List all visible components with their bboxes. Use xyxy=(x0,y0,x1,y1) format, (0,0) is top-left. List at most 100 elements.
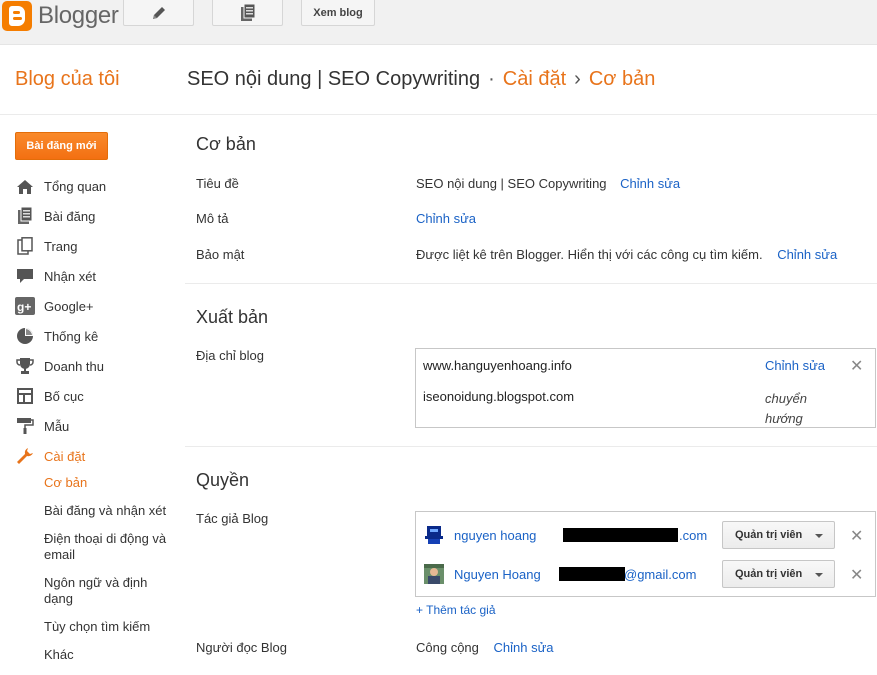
author-email: .com xyxy=(679,528,708,543)
privacy-label: Bảo mật xyxy=(196,247,245,262)
posts-list-button[interactable] xyxy=(212,0,283,26)
submenu-search-preferences[interactable]: Tùy chọn tìm kiếm xyxy=(44,619,180,635)
submenu-other[interactable]: Khác xyxy=(44,647,180,663)
submenu-posts-comments[interactable]: Bài đăng và nhận xét xyxy=(44,503,180,519)
sidebar-item-layout[interactable]: Bố cục xyxy=(15,381,180,411)
author-email: @gmail.com xyxy=(624,567,697,582)
readers-value-row: Công cộng Chỉnh sửa xyxy=(416,640,554,655)
top-bar: Blogger Xem blog xyxy=(0,0,877,45)
redirect-line-1: chuyển xyxy=(765,391,807,406)
sidebar-item-label: Google+ xyxy=(44,298,94,314)
blogger-b-icon xyxy=(2,1,32,31)
breadcrumb: SEO nội dung | SEO Copywriting · Cài đặt › C… xyxy=(187,68,655,91)
sidebar-item-comments[interactable]: Nhận xét xyxy=(15,261,180,291)
section-basic-title: Cơ bản xyxy=(196,134,256,154)
chevron-down-icon xyxy=(815,573,823,577)
home-icon xyxy=(15,177,35,197)
role-label: Quản trị viên xyxy=(735,568,803,580)
author-name[interactable]: Nguyen Hoang xyxy=(454,567,541,582)
sidebar-item-label: Nhận xét xyxy=(44,268,97,284)
google-plus-icon: g+ xyxy=(15,296,35,316)
blogger-logo[interactable]: Blogger xyxy=(0,0,119,32)
sidebar-item-posts[interactable]: Bài đăng xyxy=(15,201,180,231)
sidebar-item-google-plus[interactable]: g+ Google+ xyxy=(15,291,180,321)
blog-title-value: SEO nội dung | SEO Copywriting xyxy=(416,176,607,191)
breadcrumb-settings[interactable]: Cài đặt xyxy=(503,68,566,90)
pencil-icon xyxy=(151,5,167,21)
author-name[interactable]: nguyen hoang xyxy=(454,528,536,543)
breadcrumb-blog-name[interactable]: SEO nội dung | SEO Copywriting xyxy=(187,68,480,90)
trophy-icon xyxy=(15,356,35,376)
new-post-button[interactable]: Bài đăng mới xyxy=(15,132,108,160)
privacy-value-row: Được liệt kê trên Blogger. Hiển thị với … xyxy=(416,247,837,262)
submenu-language-formatting[interactable]: Ngôn ngữ và định dạng xyxy=(44,575,159,607)
sidebar-item-earnings[interactable]: Doanh thu xyxy=(15,351,180,381)
sidebar-item-label: Trang xyxy=(44,238,78,254)
blogspot-domain: iseonoidung.blogspot.com xyxy=(423,389,575,404)
remove-domain-icon[interactable]: ✕ xyxy=(850,356,863,376)
custom-domain: www.hanguyenhoang.info xyxy=(423,358,572,373)
submenu-basic[interactable]: Cơ bản xyxy=(44,475,180,491)
edit-title-link[interactable]: Chỉnh sửa xyxy=(620,176,680,191)
logo-text: Blogger xyxy=(38,2,119,29)
role-label: Quản trị viên xyxy=(735,529,803,541)
redirect-line-2: hướng xyxy=(765,411,803,426)
pages-icon xyxy=(15,236,35,256)
posts-icon xyxy=(15,206,35,226)
blog-readers-label: Người đọc Blog xyxy=(196,640,287,655)
avatar xyxy=(424,564,444,584)
edit-domain-link[interactable]: Chỉnh sửa xyxy=(765,358,825,373)
author-role-dropdown[interactable]: Quản trị viên xyxy=(722,560,835,588)
sidebar-item-stats[interactable]: Thống kê xyxy=(15,321,180,351)
avatar xyxy=(424,525,444,545)
edit-privacy-link[interactable]: Chỉnh sửa xyxy=(777,247,837,262)
header-divider xyxy=(0,114,877,115)
sidebar-item-label: Cài đặt xyxy=(44,448,86,464)
sidebar-item-label: Thống kê xyxy=(44,328,99,344)
pie-chart-icon xyxy=(15,326,35,346)
sidebar-item-pages[interactable]: Trang xyxy=(15,231,180,261)
title-value-row: SEO nội dung | SEO Copywriting Chỉnh sửa xyxy=(416,176,680,191)
paint-roller-icon xyxy=(15,416,35,436)
author-role-dropdown[interactable]: Quản trị viên xyxy=(722,521,835,549)
readers-value: Công cộng xyxy=(416,640,479,655)
submenu-mobile-email[interactable]: Điện thoại di động và email xyxy=(44,531,176,563)
sidebar-item-overview[interactable]: Tổng quan xyxy=(15,172,180,201)
chevron-down-icon xyxy=(815,534,823,538)
document-stack-icon xyxy=(240,3,256,22)
breadcrumb-arrow: › xyxy=(574,68,581,90)
section-publishing-title: Xuất bản xyxy=(196,307,269,327)
view-blog-button[interactable]: Xem blog xyxy=(301,0,375,26)
settings-submenu: Cơ bản Bài đăng và nhận xét Điện thoại d… xyxy=(15,475,180,663)
title-label: Tiêu đề xyxy=(196,176,239,191)
remove-author-icon[interactable]: ✕ xyxy=(850,565,863,585)
layout-icon xyxy=(15,386,35,406)
edit-readers-link[interactable]: Chỉnh sửa xyxy=(494,640,554,655)
section-divider xyxy=(185,283,877,284)
svg-text:g+: g+ xyxy=(17,300,31,314)
sidebar-item-label: Bố cục xyxy=(44,388,84,404)
authors-box: nguyen hoang .com Quản trị viên ✕ Nguyen… xyxy=(415,511,876,597)
sidebar-item-label: Tổng quan xyxy=(44,179,107,194)
blog-address-box: www.hanguyenhoang.info Chỉnh sửa ✕ iseon… xyxy=(415,348,876,428)
sidebar-item-label: Mẫu xyxy=(44,418,70,434)
new-post-edit-button[interactable] xyxy=(123,0,194,26)
edit-description-link[interactable]: Chỉnh sửa xyxy=(416,211,476,226)
blog-authors-label: Tác giả Blog xyxy=(196,511,269,526)
my-blogs-link[interactable]: Blog của tôi xyxy=(15,68,120,91)
sidebar-item-label: Doanh thu xyxy=(44,358,104,374)
redirect-status: chuyển hướng xyxy=(765,389,807,429)
breadcrumb-dot: · xyxy=(488,68,495,90)
sidebar-item-settings[interactable]: Cài đặt xyxy=(15,441,180,471)
section-divider xyxy=(185,446,877,447)
wrench-icon xyxy=(15,446,35,466)
sidebar-nav: Tổng quan Bài đăng Trang Nhận xét g+ Goo… xyxy=(15,172,180,663)
description-label: Mô tả xyxy=(196,211,229,226)
add-author-link[interactable]: + Thêm tác giả xyxy=(416,603,496,617)
sidebar-item-label: Bài đăng xyxy=(44,208,96,224)
privacy-value: Được liệt kê trên Blogger. Hiển thị với … xyxy=(416,247,763,262)
section-permissions-title: Quyền xyxy=(196,470,250,490)
redacted-email xyxy=(563,528,678,542)
sidebar-item-template[interactable]: Mẫu xyxy=(15,411,180,441)
remove-author-icon[interactable]: ✕ xyxy=(850,526,863,546)
